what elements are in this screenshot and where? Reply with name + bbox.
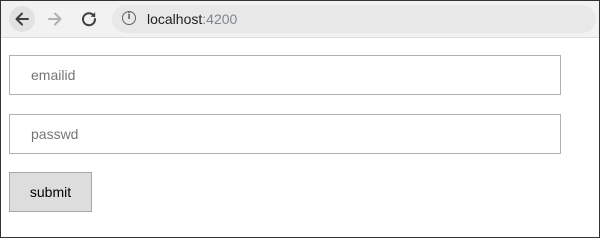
back-arrow-icon [15,12,29,26]
url-port: :4200 [202,11,238,27]
forward-arrow-icon [48,12,62,26]
reload-icon [82,12,97,27]
address-bar[interactable]: i localhost:4200 [112,5,596,33]
back-button[interactable] [9,6,35,32]
browser-window: i localhost:4200 submit [0,0,600,238]
reload-button[interactable] [77,7,101,31]
submit-button[interactable]: submit [9,172,92,212]
info-icon[interactable]: i [122,11,136,25]
browser-toolbar: i localhost:4200 [1,1,599,38]
url-host: localhost [147,11,203,27]
forward-button[interactable] [43,7,67,31]
password-field[interactable] [9,114,561,154]
url-text: localhost:4200 [147,11,237,27]
email-field[interactable] [9,55,561,95]
